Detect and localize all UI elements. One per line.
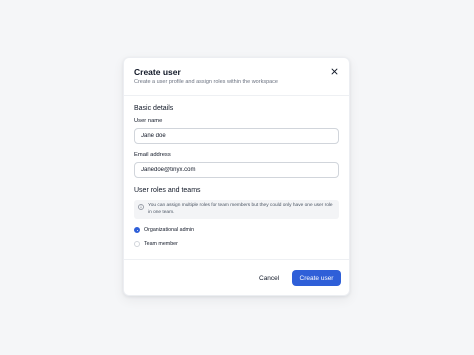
info-circle-icon <box>138 204 144 210</box>
email-input[interactable] <box>134 162 339 178</box>
radio-unchecked-icon[interactable] <box>134 241 140 247</box>
user-name-label: User name <box>134 118 163 124</box>
close-icon <box>331 68 337 74</box>
role-option-team-member[interactable]: Team member <box>134 240 339 248</box>
close-button[interactable] <box>329 66 339 76</box>
dialog-subtitle: Create a user profile and assign roles w… <box>134 79 278 85</box>
role-option-label: Team member <box>144 241 178 247</box>
page-background: Create user Create a user profile and as… <box>0 0 474 355</box>
roles-info-text: You can assign multiple roles for team m… <box>148 203 333 215</box>
create-user-button[interactable]: Create user <box>292 270 341 286</box>
role-option-organizational-admin[interactable]: Organizational admin <box>134 226 339 234</box>
dialog-body: Basic details User name Email address Us… <box>134 105 339 248</box>
roles-heading: User roles and teams <box>134 187 201 194</box>
dialog-header: Create user Create a user profile and as… <box>124 58 349 96</box>
basic-details-heading: Basic details <box>134 105 174 112</box>
user-name-input[interactable] <box>134 128 339 144</box>
dialog-title: Create user <box>134 67 181 77</box>
cancel-button[interactable]: Cancel <box>255 270 283 286</box>
email-label: Email address <box>134 152 171 158</box>
dialog-footer: Cancel Create user <box>124 259 349 297</box>
create-user-dialog: Create user Create a user profile and as… <box>123 57 350 296</box>
role-option-label: Organizational admin <box>144 227 195 233</box>
roles-info-box: You can assign multiple roles for team m… <box>134 200 339 219</box>
radio-checked-icon[interactable] <box>134 227 140 233</box>
